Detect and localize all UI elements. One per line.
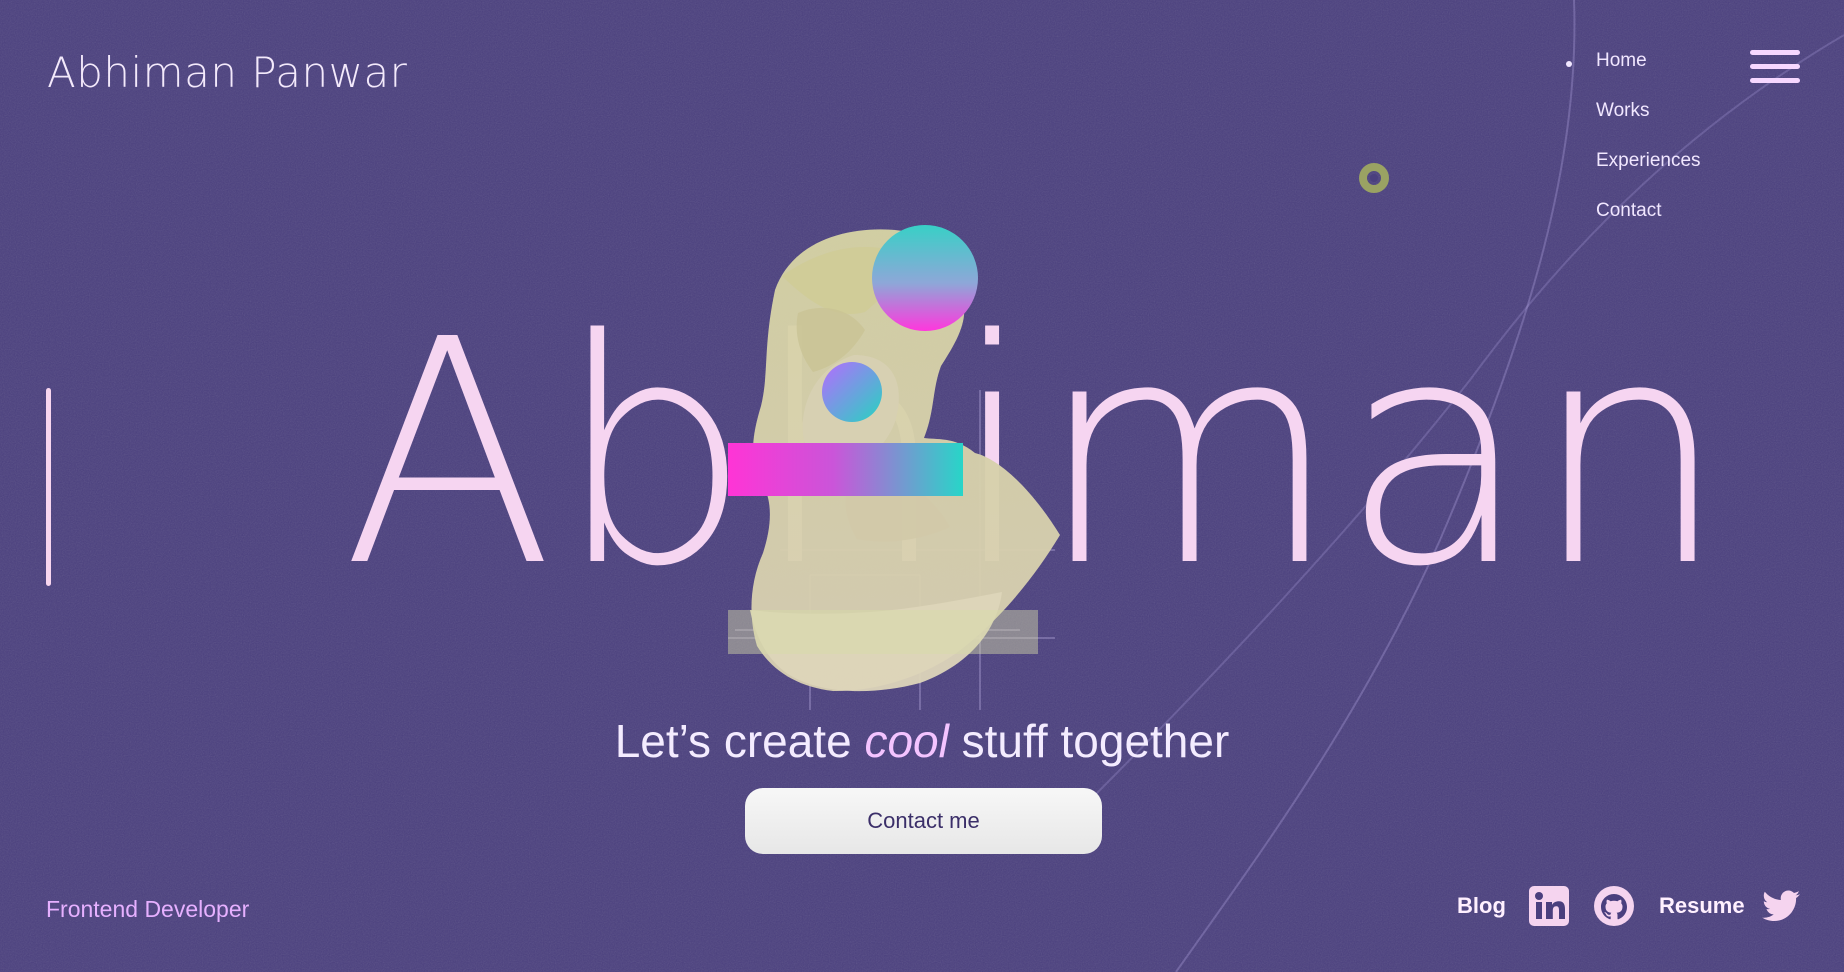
hamburger-menu-button[interactable] [1750, 50, 1800, 86]
nav-item-experiences[interactable]: Experiences [1596, 150, 1701, 200]
nav-menu: Home Works Experiences Contact [1566, 50, 1701, 250]
contact-button[interactable]: Contact me [745, 788, 1102, 854]
nav-link-contact[interactable]: Contact [1596, 200, 1661, 221]
decor-ring-icon [1359, 163, 1389, 193]
hero-tagline: Let’s create cool stuff together [0, 714, 1844, 768]
hamburger-icon [1750, 50, 1800, 55]
linkedin-icon[interactable] [1528, 885, 1570, 927]
nav-item-works[interactable]: Works [1596, 100, 1701, 150]
tagline-emphasis: cool [864, 715, 949, 767]
nav-link-works[interactable]: Works [1596, 100, 1649, 121]
nav-item-home[interactable]: Home [1566, 50, 1701, 100]
tagline-suffix: stuff together [948, 715, 1230, 767]
portfolio-page: Abhiman Panwar Home Works Experiences Co… [0, 0, 1844, 972]
hero-left-accent [46, 388, 51, 586]
tagline-prefix: Let’s create [614, 715, 865, 767]
twitter-icon[interactable] [1760, 885, 1802, 927]
statue-illustration [728, 225, 1060, 710]
brand-name[interactable]: Abhiman Panwar [47, 48, 407, 97]
hamburger-icon [1750, 64, 1800, 69]
resume-link[interactable]: Resume [1659, 893, 1745, 919]
active-indicator [1566, 61, 1572, 67]
blog-link[interactable]: Blog [1457, 893, 1506, 919]
nav-item-contact[interactable]: Contact [1596, 200, 1701, 250]
role-label: Frontend Developer [46, 896, 250, 922]
hamburger-icon [1750, 78, 1800, 83]
nav-link-experiences[interactable]: Experiences [1596, 150, 1701, 171]
nav-link-home[interactable]: Home [1596, 50, 1647, 71]
github-icon[interactable] [1593, 885, 1635, 927]
